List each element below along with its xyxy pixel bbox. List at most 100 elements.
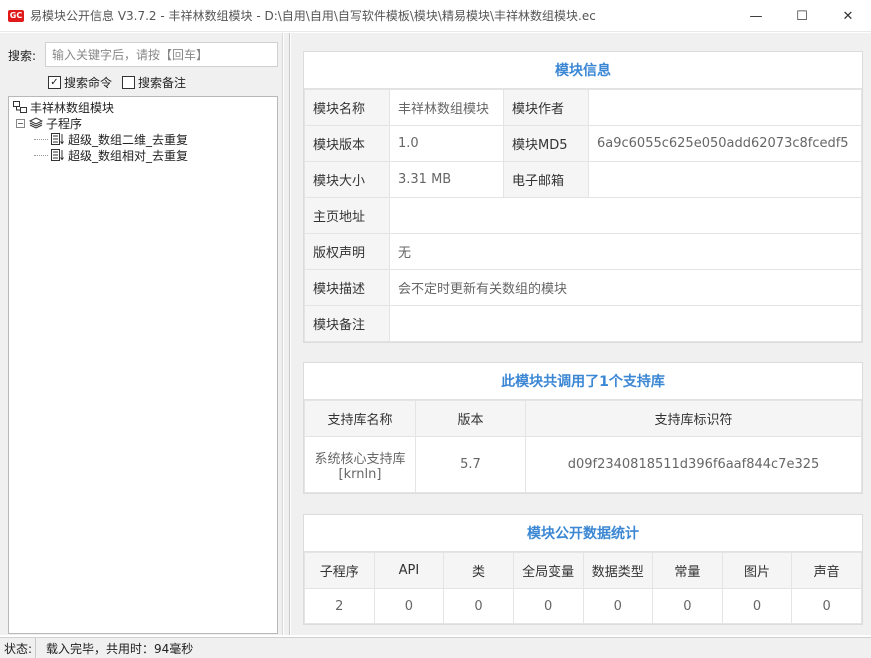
minimize-button[interactable]: — xyxy=(733,0,779,32)
right-panel: 模块信息 模块名称 丰祥林数组模块 模块作者 模块版本 1.0 模块MD5 6a… xyxy=(291,33,871,635)
module-info-table: 模块名称 丰祥林数组模块 模块作者 模块版本 1.0 模块MD5 6a9c605… xyxy=(304,89,862,342)
subroutine-icon xyxy=(50,149,66,161)
lib-version: 5.7 xyxy=(415,436,526,493)
name-label: 模块名称 xyxy=(304,89,390,126)
tree-root-label: 丰祥林数组模块 xyxy=(30,100,115,115)
tree-item-label: 超级_数组相对_去重复 xyxy=(68,148,189,163)
column-header: 类 xyxy=(443,552,514,589)
stats-card: 模块公开数据统计 子程序 API 类 全局变量 数据类型 常量 图片 声音 2 … xyxy=(303,514,863,625)
table-row: 版权声明 无 xyxy=(304,233,862,270)
left-panel: 搜索: ✓ 搜索命令 搜索备注 丰祥林数组模块 − 子程序 xyxy=(0,33,283,635)
lib-name-cell: 系统核心支持库 [krnln] xyxy=(304,436,416,493)
table-row: 主页地址 xyxy=(304,197,862,234)
search-row: 搜索: xyxy=(0,42,46,68)
author-value xyxy=(588,89,862,126)
size-label: 模块大小 xyxy=(304,161,390,198)
size-value: 3.31 MB xyxy=(389,161,504,198)
table-row: 系统核心支持库 [krnln] 5.7 d09f2340818511d396f6… xyxy=(304,436,862,493)
column-header: API xyxy=(373,552,445,589)
table-row: 模块名称 丰祥林数组模块 模块作者 xyxy=(304,89,862,126)
table-row: 模块大小 3.31 MB 电子邮箱 xyxy=(304,161,862,198)
note-label: 模块备注 xyxy=(304,305,390,342)
homepage-label: 主页地址 xyxy=(304,197,390,234)
stats-title: 模块公开数据统计 xyxy=(304,515,862,552)
version-value: 1.0 xyxy=(389,125,504,162)
email-value xyxy=(588,161,862,198)
search-commands-checkbox[interactable]: ✓ 搜索命令 xyxy=(48,74,112,91)
table-row: 模块版本 1.0 模块MD5 6a9c6055c625e050add62073c… xyxy=(304,125,862,162)
search-label: 搜索: xyxy=(8,48,37,63)
column-header: 全局变量 xyxy=(512,552,584,589)
tree-item[interactable]: 超级_数组相对_去重复 xyxy=(12,147,277,163)
collapse-icon[interactable]: − xyxy=(16,118,25,128)
checkmark-icon: ✓ xyxy=(48,76,61,89)
description-label: 模块描述 xyxy=(304,269,390,306)
tree-connector xyxy=(34,138,48,140)
column-header: 图片 xyxy=(721,552,793,589)
module-info-card: 模块信息 模块名称 丰祥林数组模块 模块作者 模块版本 1.0 模块MD5 6a… xyxy=(303,51,863,343)
maximize-button[interactable]: ☐ xyxy=(779,0,825,32)
stat-value: 0 xyxy=(791,588,862,624)
title-bar: GC 易模块公开信息 V3.7.2 - 丰祥林数组模块 - D:\自用\自用\自… xyxy=(0,0,871,32)
copyright-value: 无 xyxy=(389,233,862,270)
close-button[interactable]: ✕ xyxy=(825,0,871,32)
column-header: 支持库名称 xyxy=(304,400,416,437)
status-text: 载入完毕，共用时：94毫秒 xyxy=(46,641,194,656)
tree-group-label: 子程序 xyxy=(46,116,83,131)
column-header: 子程序 xyxy=(304,552,375,589)
copyright-label: 版权声明 xyxy=(304,233,390,270)
column-header: 版本 xyxy=(415,400,526,437)
column-header: 声音 xyxy=(791,552,862,589)
stat-value: 2 xyxy=(304,588,375,624)
module-icon xyxy=(12,101,28,113)
stats-table: 子程序 API 类 全局变量 数据类型 常量 图片 声音 2 0 0 0 0 0… xyxy=(304,552,862,624)
search-notes-label: 搜索备注 xyxy=(138,76,187,90)
description-value: 会不定时更新有关数组的模块 xyxy=(389,269,862,306)
search-input[interactable] xyxy=(45,42,278,67)
table-row: 模块备注 xyxy=(304,305,862,342)
note-value xyxy=(389,305,862,342)
table-row: 模块描述 会不定时更新有关数组的模块 xyxy=(304,269,862,306)
homepage-value xyxy=(389,197,862,234)
column-header: 数据类型 xyxy=(582,552,654,589)
column-header: 常量 xyxy=(652,552,723,589)
support-libs-table: 支持库名称 版本 支持库标识符 系统核心支持库 [krnln] 5.7 d09f… xyxy=(304,400,862,493)
column-header: 支持库标识符 xyxy=(525,400,862,437)
tree-group[interactable]: − 子程序 xyxy=(12,115,277,131)
search-notes-checkbox[interactable]: 搜索备注 xyxy=(122,74,186,91)
name-value: 丰祥林数组模块 xyxy=(389,89,504,126)
module-tree: 丰祥林数组模块 − 子程序 超级_数组二维_去重复 超级_数组相对_去重复 xyxy=(8,96,278,634)
tree-connector xyxy=(34,154,48,156)
lib-code: [krnln] xyxy=(338,466,382,482)
stat-value: 0 xyxy=(582,588,654,624)
subroutine-icon xyxy=(50,133,66,145)
table-row: 2 0 0 0 0 0 0 0 xyxy=(304,588,862,624)
table-header-row: 子程序 API 类 全局变量 数据类型 常量 图片 声音 xyxy=(304,552,862,589)
search-commands-label: 搜索命令 xyxy=(64,76,113,90)
window-controls: — ☐ ✕ xyxy=(733,0,871,32)
tree-item[interactable]: 超级_数组二维_去重复 xyxy=(12,131,277,147)
books-icon xyxy=(28,117,44,129)
support-libs-title: 此模块共调用了1个支持库 xyxy=(304,363,862,400)
author-label: 模块作者 xyxy=(503,89,589,126)
tree-item-label: 超级_数组二维_去重复 xyxy=(68,132,189,147)
stat-value: 0 xyxy=(512,588,584,624)
version-label: 模块版本 xyxy=(304,125,390,162)
stat-value: 0 xyxy=(652,588,723,624)
md5-label: 模块MD5 xyxy=(503,125,589,162)
md5-value: 6a9c6055c625e050add62073c8fcedf5 xyxy=(588,125,862,162)
panel-splitter[interactable] xyxy=(284,33,290,635)
search-options: ✓ 搜索命令 搜索备注 xyxy=(48,74,186,91)
tree-root[interactable]: 丰祥林数组模块 xyxy=(12,99,277,115)
stat-value: 0 xyxy=(443,588,514,624)
unchecked-box-icon xyxy=(122,76,136,89)
email-label: 电子邮箱 xyxy=(503,161,589,198)
stat-value: 0 xyxy=(373,588,445,624)
window-title: 易模块公开信息 V3.7.2 - 丰祥林数组模块 - D:\自用\自用\自写软件… xyxy=(30,9,596,23)
app-icon: GC xyxy=(8,9,24,22)
module-info-title: 模块信息 xyxy=(304,52,862,89)
status-label: 状态: xyxy=(0,638,36,658)
support-libs-card: 此模块共调用了1个支持库 支持库名称 版本 支持库标识符 系统核心支持库 [kr… xyxy=(303,362,863,494)
table-header-row: 支持库名称 版本 支持库标识符 xyxy=(304,400,862,437)
status-bar: 状态: 载入完毕，共用时：94毫秒 xyxy=(0,637,871,658)
